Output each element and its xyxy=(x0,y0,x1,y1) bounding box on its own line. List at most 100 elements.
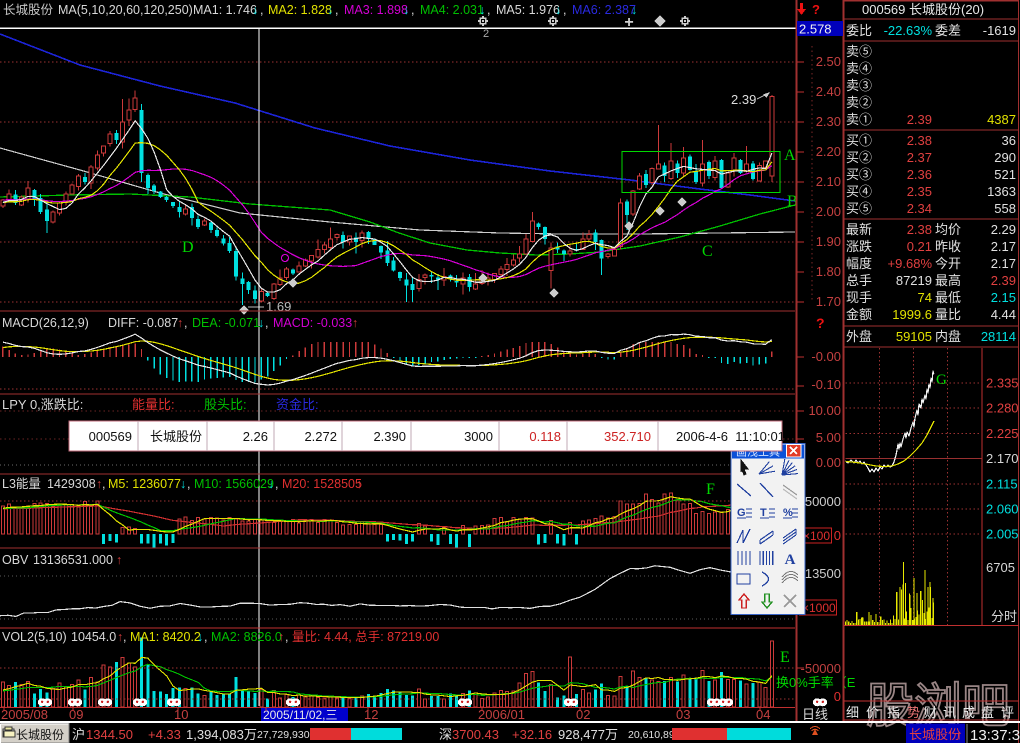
svg-text:,: , xyxy=(123,630,126,644)
svg-text:2006/01: 2006/01 xyxy=(478,707,525,722)
svg-text:幅度: 幅度 xyxy=(846,256,872,271)
svg-text:,: , xyxy=(487,3,490,17)
svg-text:2.00: 2.00 xyxy=(816,204,841,219)
svg-text:2.38: 2.38 xyxy=(907,133,932,148)
svg-text:买③: 买③ xyxy=(846,167,872,182)
svg-text:能量比:: 能量比: xyxy=(132,397,175,412)
svg-text:均价: 均价 xyxy=(935,222,961,237)
svg-text:09: 09 xyxy=(69,707,83,722)
svg-text:2005/08: 2005/08 xyxy=(1,707,48,722)
svg-text:,: , xyxy=(563,3,566,17)
svg-text:2.17: 2.17 xyxy=(991,239,1016,254)
svg-text:外盘: 外盘 xyxy=(846,329,872,344)
svg-text:D: D xyxy=(182,239,194,256)
svg-text:↓: ↓ xyxy=(180,477,186,491)
svg-text:2006-4-6 11:10:01: 2006-4-6 11:10:01 xyxy=(676,429,785,444)
svg-text:F: F xyxy=(706,481,715,498)
svg-text:买⑤: 买⑤ xyxy=(846,201,872,216)
svg-text:2.115: 2.115 xyxy=(986,476,1018,491)
svg-text:E: E xyxy=(780,649,790,666)
svg-text:521: 521 xyxy=(994,167,1016,182)
svg-text:3000: 3000 xyxy=(464,429,493,444)
svg-text:↑: ↑ xyxy=(956,727,963,742)
svg-text:卖②: 卖② xyxy=(846,95,872,110)
svg-text:×100: ×100 xyxy=(803,529,830,543)
svg-text:MA5: 1.976: MA5: 1.976 xyxy=(496,3,560,17)
svg-text:最新: 最新 xyxy=(846,222,872,237)
svg-text:290: 290 xyxy=(994,150,1016,165)
svg-text:现手: 现手 xyxy=(846,290,872,305)
svg-text:MA2: 8826.0: MA2: 8826.0 xyxy=(211,630,282,644)
svg-text:1.90: 1.90 xyxy=(816,234,841,249)
svg-text:13500: 13500 xyxy=(805,566,841,581)
svg-text:↓: ↓ xyxy=(631,3,637,17)
svg-text:4.44: 4.44 xyxy=(991,307,1016,322)
svg-text:13136531.000: 13136531.000 xyxy=(33,553,113,567)
svg-text:2.29: 2.29 xyxy=(991,222,1016,237)
svg-text:沪: 沪 xyxy=(72,727,85,742)
svg-text:12: 12 xyxy=(364,707,378,722)
svg-text:%: % xyxy=(783,507,793,519)
svg-text:1.69: 1.69 xyxy=(266,299,291,314)
svg-text:昨收: 昨收 xyxy=(935,239,961,254)
svg-text:74: 74 xyxy=(918,290,932,305)
svg-text:,: , xyxy=(102,477,105,491)
svg-text:2.578: 2.578 xyxy=(799,22,832,37)
svg-text:59105: 59105 xyxy=(896,329,932,344)
svg-text:↑: ↑ xyxy=(177,316,183,330)
svg-text:买②: 买② xyxy=(846,150,872,165)
svg-text:盘: 盘 xyxy=(981,705,994,720)
svg-text:M20: 1528505: M20: 1528505 xyxy=(282,477,362,491)
svg-text:0.118: 0.118 xyxy=(529,429,561,444)
svg-text:02: 02 xyxy=(576,707,590,722)
svg-text:↓: ↓ xyxy=(479,3,485,17)
svg-text:股头比:: 股头比: xyxy=(204,397,247,412)
svg-text:MA(5,10,20,60,120,250): MA(5,10,20,60,120,250) xyxy=(58,3,193,17)
svg-text:↓: ↓ xyxy=(197,630,203,644)
svg-text:G: G xyxy=(737,507,746,519)
svg-text:指: 指 xyxy=(887,705,900,720)
svg-text:03: 03 xyxy=(676,707,690,722)
svg-text:↓: ↓ xyxy=(327,3,333,17)
svg-text:,: , xyxy=(335,3,338,17)
svg-text:VOL2(5,10): VOL2(5,10) xyxy=(2,630,67,644)
svg-text:4387: 4387 xyxy=(987,112,1016,127)
svg-text:委差: 委差 xyxy=(935,23,961,38)
svg-text:内盘: 内盘 xyxy=(935,329,961,344)
svg-text:10.00: 10.00 xyxy=(808,403,841,418)
svg-text:MACD: -0.033: MACD: -0.033 xyxy=(273,316,352,330)
svg-text:2.40: 2.40 xyxy=(816,84,841,99)
svg-text:2.005: 2.005 xyxy=(986,527,1019,542)
svg-text:1,394,083万: 1,394,083万 xyxy=(186,727,257,742)
svg-text:今开: 今开 xyxy=(935,256,961,271)
svg-text:MA1: 1.746: MA1: 1.746 xyxy=(193,3,257,17)
svg-text:L3能量: L3能量 xyxy=(2,477,41,491)
svg-text:,: , xyxy=(204,630,207,644)
svg-text:↓: ↓ xyxy=(252,3,258,17)
svg-text:1.80: 1.80 xyxy=(816,264,841,279)
svg-text:1429308: 1429308 xyxy=(47,477,96,491)
svg-text:MA1: 8420.2: MA1: 8420.2 xyxy=(130,630,201,644)
svg-text:长城股份: 长城股份 xyxy=(909,727,961,742)
svg-text:2.170: 2.170 xyxy=(986,451,1019,466)
svg-text:MA3: 1.898: MA3: 1.898 xyxy=(344,3,408,17)
svg-text:2.390: 2.390 xyxy=(373,429,406,444)
svg-text:↑: ↑ xyxy=(356,477,362,491)
svg-text:2: 2 xyxy=(483,28,489,40)
svg-text:长城股份: 长城股份 xyxy=(150,429,202,444)
svg-text:财: 财 xyxy=(924,705,937,720)
svg-text:,: , xyxy=(187,477,190,491)
svg-text:,: , xyxy=(411,3,414,17)
svg-text:日线: 日线 xyxy=(802,707,828,722)
svg-text:2.39: 2.39 xyxy=(907,112,932,127)
svg-text:000569 长城股份(20): 000569 长城股份(20) xyxy=(862,2,984,17)
svg-text:+32.16: +32.16 xyxy=(512,727,552,742)
svg-text:10: 10 xyxy=(174,707,188,722)
svg-text:28114: 28114 xyxy=(981,329,1016,344)
svg-text:2.10: 2.10 xyxy=(816,174,841,189)
svg-text:量比: 量比 xyxy=(935,307,961,322)
svg-text:T: T xyxy=(760,507,767,519)
svg-text:,: , xyxy=(275,477,278,491)
svg-text:0: 0 xyxy=(834,528,841,543)
svg-text:总手: 总手 xyxy=(846,273,872,288)
